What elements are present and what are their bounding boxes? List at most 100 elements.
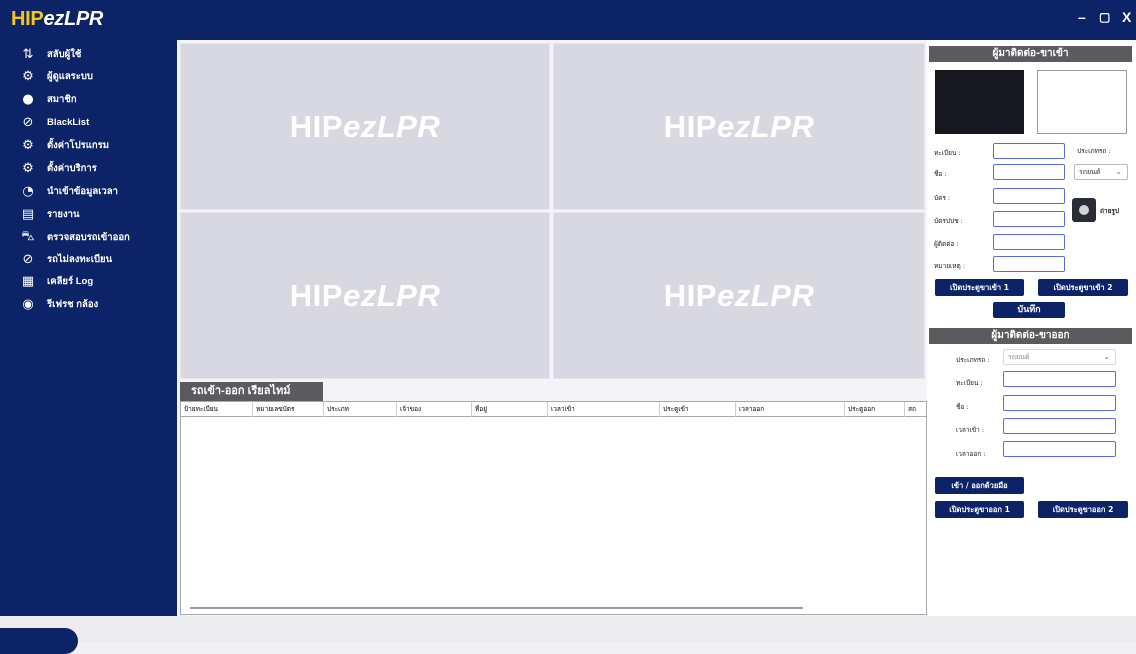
chevron-down-icon: ⌄	[1115, 167, 1122, 176]
entry-id-card-input[interactable]	[993, 211, 1065, 227]
bottom-strip	[0, 616, 1136, 642]
tab-realtime[interactable]: รถเข้า-ออก เรียลไทม์	[180, 382, 323, 401]
table-header: ป้ายทะเบียน หมายเลขบัตร ประเภท เจ้าของ ท…	[181, 402, 926, 417]
sidebar-item-clear-log[interactable]: ▦ เคลียร์ Log	[0, 271, 177, 292]
column-header[interactable]: เวลาเข้า	[548, 402, 660, 417]
logo-prefix: HIP	[11, 8, 44, 30]
exit-plate-input[interactable]	[1003, 371, 1116, 387]
horizontal-scrollbar[interactable]	[190, 607, 803, 609]
entry-section-title: ผู้มาติดต่อ-ขาเข้า	[929, 46, 1132, 62]
sidebar-item-label: นำเข้าข้อมูลเวลา	[47, 186, 118, 197]
restore-button[interactable]: ▢	[1099, 10, 1110, 24]
close-button[interactable]: X	[1122, 9, 1131, 25]
sidebar-item-label: ผู้ดูแลระบบ	[47, 71, 93, 82]
column-header[interactable]: ประตูเข้า	[660, 402, 736, 417]
column-header[interactable]: เวลาออก	[736, 402, 845, 417]
camera-watermark: HIPezLPR	[289, 108, 441, 144]
car-type-label: ประเภทรถ :	[1077, 147, 1111, 155]
save-button[interactable]: บันทึก	[993, 302, 1065, 318]
exit-car-type-select[interactable]: รถยนต์ ⌄	[1003, 349, 1116, 365]
sidebar-item-import-time[interactable]: ◔ นำเข้าข้อมูลเวลา	[0, 181, 177, 202]
id-card-label: บัตรปปช :	[934, 217, 963, 225]
service-settings-icon: ⚙	[22, 161, 34, 176]
entry-card-input[interactable]	[993, 188, 1065, 204]
open-gate-out-2-button[interactable]: เปิดประตูขาออก 2	[1038, 501, 1128, 518]
camera-watermark: HIPezLPR	[289, 277, 441, 313]
manual-in-out-button[interactable]: เข้า / ออกด้วยมือ	[935, 477, 1024, 494]
entry-name-input[interactable]	[993, 164, 1065, 180]
name-label: ชื่อ :	[934, 170, 947, 178]
import-time-icon: ◔	[22, 184, 34, 199]
app-logo: HIPezLPR	[11, 8, 103, 31]
admin-gear-icon: ⚙	[22, 69, 34, 84]
sidebar-item-report[interactable]: ▤ รายงาน	[0, 204, 177, 225]
open-gate-out-1-button[interactable]: เปิดประตูขาออก 1	[935, 501, 1024, 518]
clear-log-icon: ▦	[21, 274, 35, 289]
taskbar-pill[interactable]	[0, 628, 78, 654]
column-header[interactable]: หมายเลขบัตร	[253, 402, 324, 417]
title-bar: HIPezLPR – ▢ X	[0, 0, 1136, 40]
exit-name-input[interactable]	[1003, 395, 1116, 411]
camera-view-4[interactable]: HIPezLPR	[553, 212, 925, 379]
column-header[interactable]: สถ	[905, 402, 926, 417]
switch-user-icon: ⇅	[22, 47, 34, 62]
exit-car-type-value: รถยนต์	[1008, 353, 1030, 361]
column-header[interactable]: ประเภท	[324, 402, 397, 417]
exit-time-in-label: เวลาเข้า :	[956, 426, 985, 434]
entry-camera-preview	[935, 70, 1024, 134]
car-check-icon: ⛍	[21, 229, 35, 244]
camera-lens-icon	[1079, 205, 1089, 215]
report-icon: ▤	[21, 207, 35, 222]
app-window: HIPezLPR – ▢ X ⇅ สลับผู้ใช้ ⚙ ผู้ดูแลระบ…	[0, 0, 1136, 654]
sidebar-item-member[interactable]: ● สมาชิก	[0, 89, 177, 110]
camera-view-1[interactable]: HIPezLPR	[180, 43, 550, 210]
exit-time-in-input[interactable]	[1003, 418, 1116, 434]
blacklist-icon: ⊘	[22, 115, 34, 130]
open-gate-in-1-button[interactable]: เปิดประตูขาเข้า 1	[935, 279, 1024, 296]
exit-plate-label: ทะเบียน :	[956, 379, 983, 387]
exit-section-title: ผู้มาติดต่อ-ขาออก	[929, 328, 1132, 344]
sidebar-item-refresh-camera[interactable]: ◉ รีเฟรช กล้อง	[0, 294, 177, 315]
camera-view-2[interactable]: HIPezLPR	[553, 43, 925, 210]
column-header[interactable]: ที่อยู่	[472, 402, 548, 417]
note-label: หมายเหตุ :	[934, 262, 966, 270]
entry-note-input[interactable]	[993, 256, 1065, 272]
program-settings-icon: ⚙	[22, 138, 34, 153]
plate-label: ทะเบียน :	[934, 149, 961, 157]
sidebar-item-unregistered-car[interactable]: ⊘ รถไม่ลงทะเบียน	[0, 249, 177, 270]
sidebar-item-admin[interactable]: ⚙ ผู้ดูแลระบบ	[0, 66, 177, 87]
minimize-button[interactable]: –	[1078, 9, 1086, 25]
entry-contact-input[interactable]	[993, 234, 1065, 250]
sidebar-item-label: รถไม่ลงทะเบียน	[47, 254, 113, 265]
card-label: บัตร :	[934, 194, 951, 202]
column-header[interactable]: เจ้าของ	[397, 402, 472, 417]
column-header[interactable]: ประตูออก	[845, 402, 905, 417]
open-gate-in-2-button[interactable]: เปิดประตูขาเข้า 2	[1038, 279, 1128, 296]
realtime-table[interactable]: ป้ายทะเบียน หมายเลขบัตร ประเภท เจ้าของ ท…	[180, 401, 927, 615]
exit-time-out-input[interactable]	[1003, 441, 1116, 457]
sidebar-item-blacklist[interactable]: ⊘ BlackList	[0, 112, 177, 133]
sidebar-item-label: ตรวจสอบรถเข้าออก	[47, 232, 130, 243]
sidebar-item-label: รายงาน	[47, 209, 80, 220]
exit-time-out-label: เวลาออก :	[956, 450, 986, 458]
sidebar-item-label: เคลียร์ Log	[47, 276, 94, 287]
chevron-down-icon: ⌄	[1103, 352, 1110, 361]
entry-plate-input[interactable]	[993, 143, 1065, 159]
sidebar-item-program-settings[interactable]: ⚙ ตั้งค่าโปรแกรม	[0, 135, 177, 156]
sidebar-item-service-settings[interactable]: ⚙ ตั้งค่าบริการ	[0, 158, 177, 179]
sidebar-item-switch-user[interactable]: ⇅ สลับผู้ใช้	[0, 44, 177, 65]
member-icon: ●	[22, 92, 34, 107]
exit-name-label: ชื่อ :	[956, 403, 969, 411]
unregistered-car-icon: ⊘	[22, 252, 34, 267]
column-header[interactable]: ป้ายทะเบียน	[181, 402, 253, 417]
take-photo-label[interactable]: ถ่ายรูป	[1100, 206, 1119, 216]
sidebar-item-label: ตั้งค่าบริการ	[47, 163, 97, 174]
entry-photo-preview	[1037, 70, 1127, 134]
exit-car-type-label: ประเภทรถ :	[956, 356, 990, 364]
camera-watermark: HIPezLPR	[663, 277, 815, 313]
sidebar-item-car-check[interactable]: ⛍ ตรวจสอบรถเข้าออก	[0, 227, 177, 248]
entry-car-type-select[interactable]: รถยนต์ ⌄	[1074, 164, 1128, 180]
camera-watermark: HIPezLPR	[663, 108, 815, 144]
refresh-camera-icon: ◉	[22, 297, 34, 312]
camera-view-3[interactable]: HIPezLPR	[180, 212, 550, 379]
